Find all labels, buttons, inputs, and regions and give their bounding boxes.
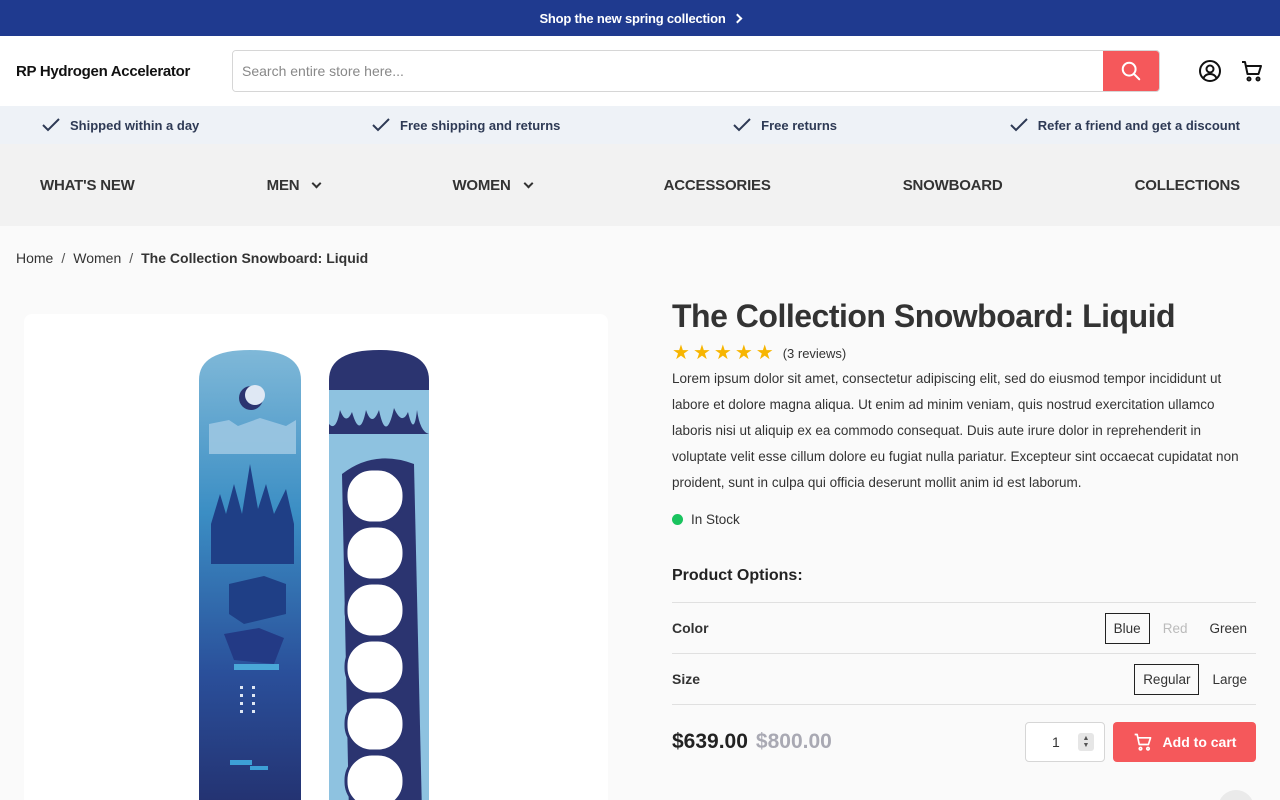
nav-item-collections[interactable]: COLLECTIONS [1134,176,1241,194]
color-option-green[interactable]: Green [1200,613,1256,644]
compare-price: $800.00 [755,730,832,753]
account-button[interactable] [1198,59,1222,83]
user-circle-icon [1199,60,1221,82]
snowboard-image [199,350,429,800]
search-bar [232,50,1160,92]
cart-icon [1242,61,1262,82]
product-rating[interactable]: ★ ★ ★ ★ ★ (3 reviews) [672,342,1256,364]
chevron-down-icon [523,178,534,188]
color-option-red[interactable]: Red [1154,613,1197,644]
star-icon: ★ [692,342,711,364]
option-size: Size Regular Large [672,654,1256,705]
options-title: Product Options: [672,567,1256,603]
promo-text[interactable]: Shop the new spring collection [539,11,725,26]
site-header: RP Hydrogen Accelerator [0,36,1280,106]
product-description: Lorem ipsum dolor sit amet, consectetur … [672,371,1239,490]
chevron-right-icon [732,13,743,23]
breadcrumb: Home / Women / The Collection Snowboard:… [16,250,368,266]
usp-label: Free shipping and returns [400,117,561,133]
breadcrumb-separator: / [129,250,134,266]
check-icon [733,118,751,132]
check-icon [372,118,390,132]
scroll-to-top-button[interactable] [1218,790,1254,800]
nav-item-snowboard[interactable]: SNOWBOARD [903,177,1003,194]
option-size-label: Size [672,671,701,687]
option-color: Color Blue Red Green [672,603,1256,654]
cart-icon [1134,733,1151,751]
search-icon [1121,61,1141,81]
usp-item: Free shipping and returns [372,118,560,133]
add-to-cart-button[interactable]: Add to cart [1113,722,1256,762]
stock-dot-icon [672,514,683,525]
usp-label: Shipped within a day [70,117,200,133]
usp-item: Shipped within a day [42,118,199,133]
check-icon [42,118,60,132]
nav-label: SNOWBOARD [902,176,1003,194]
stepper-arrows-icon[interactable]: ▲ ▼ [1078,733,1094,751]
product-price: $639.00 [672,730,748,753]
breadcrumb-category[interactable]: Women [73,250,121,266]
color-option-blue[interactable]: Blue [1104,612,1150,644]
buy-row: $639.00 $800.00 1 ▲ ▼ Add to cart [672,722,1256,762]
product-info: The Collection Snowboard: Liquid ★ ★ ★ ★… [672,296,1256,762]
nav-label: COLLECTIONS [1134,176,1241,194]
star-icon: ★ [672,342,690,364]
star-icon: ★ [755,342,774,364]
nav-item-accessories[interactable]: ACCESSORIES [664,177,771,194]
size-option-large[interactable]: Large [1203,664,1256,695]
nav-label: MEN [266,176,300,194]
nav-label: WHAT'S NEW [40,176,135,194]
breadcrumb-home[interactable]: Home [16,250,53,266]
nav-item-whats-new[interactable]: WHAT'S NEW [40,177,135,194]
chevron-down-icon [311,178,322,188]
breadcrumb-separator: / [61,250,66,266]
option-color-label: Color [672,620,709,636]
nav-label: WOMEN [452,176,511,194]
usp-label: Refer a friend and get a discount [1037,117,1240,133]
size-option-regular[interactable]: Regular [1134,663,1200,695]
nav-label: ACCESSORIES [663,176,771,194]
usp-label: Free returns [761,117,837,133]
star-icon: ★ [713,342,732,364]
search-button[interactable] [1103,51,1159,91]
stock-status: In Stock [672,512,1256,527]
breadcrumb-current: The Collection Snowboard: Liquid [141,250,369,266]
nav-item-men[interactable]: MEN [266,176,322,194]
cart-button[interactable] [1240,59,1264,83]
add-to-cart-label: Add to cart [1162,734,1237,750]
check-icon [1010,118,1028,132]
usp-item: Refer a friend and get a discount [1010,118,1240,133]
product-title: The Collection Snowboard: Liquid [672,298,1176,334]
promo-bar[interactable]: Shop the new spring collection [0,0,1280,36]
main-nav: WHAT'S NEW MEN WOMEN ACCESSORIES SNOWBOA… [0,144,1280,226]
star-icon: ★ [734,342,753,364]
logo[interactable]: RP Hydrogen Accelerator [16,63,232,80]
usp-item: Free returns [733,118,837,133]
product-image[interactable] [24,314,608,800]
usp-bar: Shipped within a day Free shipping and r… [0,106,1280,144]
nav-item-women[interactable]: WOMEN [452,176,534,194]
search-input[interactable] [233,51,1103,91]
stock-label: In Stock [691,512,740,527]
quantity-value[interactable]: 1 [1052,734,1060,750]
quantity-stepper[interactable]: 1 ▲ ▼ [1025,722,1105,762]
reviews-link[interactable]: (3 reviews) [783,346,847,361]
